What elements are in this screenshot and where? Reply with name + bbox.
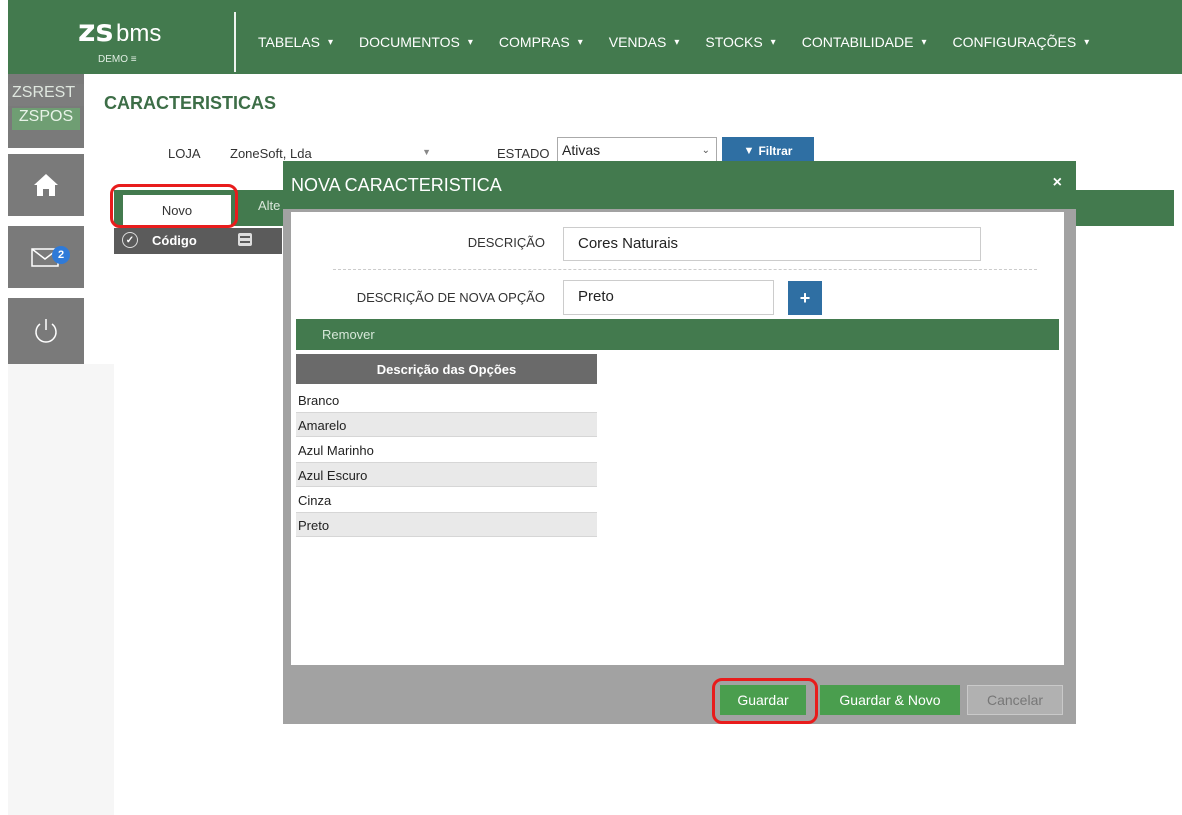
highlight-guardar bbox=[712, 678, 818, 724]
dialog-title: NOVA CARACTERISTICA bbox=[291, 175, 502, 195]
logo-brand: zs bbox=[78, 14, 114, 49]
app-zsrest[interactable]: ZSREST bbox=[8, 84, 84, 106]
grid-header: ✓ Código bbox=[114, 228, 282, 254]
messages-button[interactable]: 2 bbox=[8, 226, 84, 288]
nova-caracteristica-dialog: NOVA CARACTERISTICA × DESCRIÇÃO Cores Na… bbox=[283, 161, 1076, 724]
guardar-novo-button[interactable]: Guardar & Novo bbox=[820, 685, 960, 715]
logo-text: bms bbox=[116, 20, 162, 47]
mail-badge: 2 bbox=[52, 246, 70, 264]
option-row[interactable]: Amarelo bbox=[296, 412, 597, 437]
option-row[interactable]: Azul Escuro bbox=[296, 462, 597, 487]
add-option-button[interactable]: + bbox=[788, 281, 822, 315]
nav-contabilidade[interactable]: CONTABILIDADE ▾ bbox=[802, 34, 927, 50]
estado-label: ESTADO bbox=[497, 146, 550, 161]
dialog-header: NOVA CARACTERISTICA × bbox=[283, 161, 1076, 209]
sidebar-empty-area bbox=[8, 364, 114, 815]
dialog-body: DESCRIÇÃO Cores Naturais DESCRIÇÃO DE NO… bbox=[291, 212, 1064, 665]
nav-stocks[interactable]: STOCKS ▾ bbox=[705, 34, 775, 50]
main-menu: TABELAS ▾ DOCUMENTOS ▾ COMPRAS ▾ VENDAS ▾ ST… bbox=[258, 34, 1115, 50]
nav-documentos[interactable]: DOCUMENTOS ▾ bbox=[359, 34, 473, 50]
divider bbox=[333, 269, 1037, 270]
nova-opcao-input[interactable]: Preto bbox=[563, 280, 774, 315]
column-menu-icon[interactable] bbox=[238, 233, 252, 246]
chevron-down-icon: ▼ bbox=[422, 147, 431, 157]
home-icon bbox=[34, 174, 58, 196]
highlight-novo bbox=[110, 184, 238, 228]
close-icon[interactable]: × bbox=[1053, 174, 1062, 192]
chevron-down-icon: ⌄ bbox=[701, 145, 710, 156]
option-row[interactable]: Preto bbox=[296, 512, 597, 537]
left-sidebar: ZSREST ZSPOS 2 bbox=[8, 74, 84, 364]
nav-tabelas[interactable]: TABELAS ▾ bbox=[258, 34, 333, 50]
option-row[interactable]: Branco bbox=[296, 388, 597, 413]
tab-alterar[interactable]: Alte bbox=[258, 198, 280, 213]
app-logo[interactable]: zs bms DEMO ≡ bbox=[8, 0, 236, 74]
top-navbar: zs bms DEMO ≡ TABELAS ▾ DOCUMENTOS ▾ COMPR… bbox=[8, 0, 1182, 74]
nav-compras[interactable]: COMPRAS ▾ bbox=[499, 34, 583, 50]
nav-vendas[interactable]: VENDAS ▾ bbox=[609, 34, 680, 50]
logout-button[interactable] bbox=[8, 298, 84, 364]
logo-separator bbox=[234, 12, 236, 72]
nova-opcao-label: DESCRIÇÃO DE NOVA OPÇÃO bbox=[356, 290, 545, 305]
options-column-header[interactable]: Descrição das Opções bbox=[296, 354, 597, 384]
column-codigo[interactable]: Código bbox=[152, 233, 197, 248]
logo-demo-menu[interactable]: DEMO ≡ bbox=[98, 54, 137, 65]
descricao-input[interactable]: Cores Naturais bbox=[563, 227, 981, 261]
option-row[interactable]: Azul Marinho bbox=[296, 438, 597, 463]
nav-configuracoes[interactable]: CONFIGURAÇÕES ▾ bbox=[953, 34, 1090, 50]
home-button[interactable] bbox=[8, 154, 84, 216]
cancelar-button[interactable]: Cancelar bbox=[967, 685, 1063, 715]
remover-button[interactable]: Remover bbox=[296, 319, 1059, 350]
power-icon bbox=[35, 319, 57, 343]
app-zspos[interactable]: ZSPOS bbox=[12, 108, 80, 130]
filter-icon: ▼ bbox=[743, 145, 755, 157]
option-row[interactable]: Cinza bbox=[296, 488, 597, 513]
descricao-label: DESCRIÇÃO bbox=[467, 235, 545, 250]
loja-label: LOJA bbox=[168, 146, 201, 161]
select-all-icon[interactable]: ✓ bbox=[122, 232, 138, 248]
page-title: CARACTERISTICAS bbox=[104, 93, 277, 113]
